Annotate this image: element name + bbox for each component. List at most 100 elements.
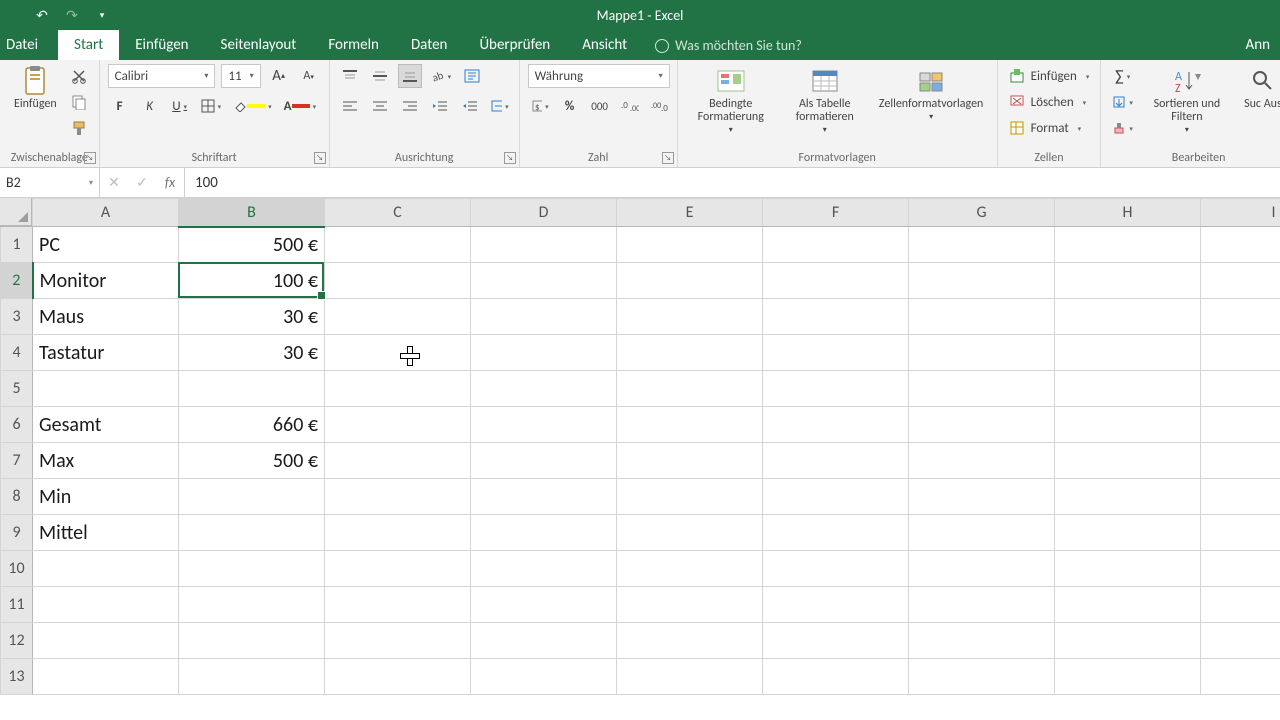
cell-C8[interactable]	[325, 479, 471, 515]
cell-I12[interactable]	[1201, 623, 1280, 659]
cell-H8[interactable]	[1055, 479, 1201, 515]
cell-E10[interactable]	[617, 551, 763, 587]
row-header-8[interactable]: 8	[1, 479, 33, 515]
increase-decimal-button[interactable]: .0.00	[618, 94, 642, 118]
cell-B7[interactable]: 500 €	[179, 443, 325, 479]
select-all-corner[interactable]	[0, 198, 32, 226]
font-color-button[interactable]: A	[281, 94, 319, 118]
align-middle-button[interactable]	[368, 64, 392, 88]
cell-F1[interactable]	[763, 227, 909, 263]
tab-insert[interactable]: Einfügen	[119, 30, 204, 60]
cell-A3[interactable]: Maus	[33, 299, 179, 335]
col-header-B[interactable]: B	[179, 199, 325, 227]
wrap-text-button[interactable]	[460, 64, 484, 88]
col-header-D[interactable]: D	[471, 199, 617, 227]
cell-I4[interactable]	[1201, 335, 1280, 371]
cancel-formula-button[interactable]: ✕	[100, 174, 128, 191]
cell-G11[interactable]	[909, 587, 1055, 623]
cell-G1[interactable]	[909, 227, 1055, 263]
cell-E12[interactable]	[617, 623, 763, 659]
cell-F4[interactable]	[763, 335, 909, 371]
cell-F5[interactable]	[763, 371, 909, 407]
cell-F11[interactable]	[763, 587, 909, 623]
align-left-button[interactable]	[338, 94, 362, 118]
clear-button[interactable]	[1109, 116, 1136, 140]
cell-H1[interactable]	[1055, 227, 1201, 263]
row-header-2[interactable]: 2	[1, 263, 33, 299]
redo-icon[interactable]: ↷	[64, 7, 80, 23]
cut-button[interactable]	[67, 64, 91, 88]
decrease-font-button[interactable]: A▾	[297, 64, 321, 88]
cell-B13[interactable]	[179, 659, 325, 695]
align-top-button[interactable]	[338, 64, 362, 88]
cell-E3[interactable]	[617, 299, 763, 335]
cell-I3[interactable]	[1201, 299, 1280, 335]
underline-button[interactable]: U	[168, 94, 192, 118]
cell-D5[interactable]	[471, 371, 617, 407]
orientation-button[interactable]: ab	[428, 64, 455, 88]
percent-button[interactable]: %	[558, 94, 582, 118]
cell-D11[interactable]	[471, 587, 617, 623]
cell-C5[interactable]	[325, 371, 471, 407]
cell-C10[interactable]	[325, 551, 471, 587]
cell-I10[interactable]	[1201, 551, 1280, 587]
bold-button[interactable]: F	[108, 94, 132, 118]
cell-A8[interactable]: Min	[33, 479, 179, 515]
cell-B1[interactable]: 500 €	[179, 227, 325, 263]
cell-G13[interactable]	[909, 659, 1055, 695]
cell-I8[interactable]	[1201, 479, 1280, 515]
cell-A12[interactable]	[33, 623, 179, 659]
fill-color-button[interactable]	[230, 94, 275, 118]
cell-D7[interactable]	[471, 443, 617, 479]
cell-A7[interactable]: Max	[33, 443, 179, 479]
cell-C3[interactable]	[325, 299, 471, 335]
cell-H6[interactable]	[1055, 407, 1201, 443]
row-header-13[interactable]: 13	[1, 659, 33, 695]
cell-E11[interactable]	[617, 587, 763, 623]
increase-indent-button[interactable]	[458, 94, 482, 118]
format-as-table-button[interactable]: Als Tabelle formatieren▾	[782, 64, 868, 137]
cell-H10[interactable]	[1055, 551, 1201, 587]
row-header-1[interactable]: 1	[1, 227, 33, 263]
cell-B3[interactable]: 30 €	[179, 299, 325, 335]
cell-E4[interactable]	[617, 335, 763, 371]
cell-E2[interactable]	[617, 263, 763, 299]
cell-C7[interactable]	[325, 443, 471, 479]
cell-F2[interactable]	[763, 263, 909, 299]
cell-H12[interactable]	[1055, 623, 1201, 659]
cell-E5[interactable]	[617, 371, 763, 407]
cell-H5[interactable]	[1055, 371, 1201, 407]
name-box[interactable]: B2	[0, 168, 100, 197]
cell-G8[interactable]	[909, 479, 1055, 515]
accounting-format-button[interactable]: $	[528, 94, 552, 118]
decrease-decimal-button[interactable]: .00.0	[648, 94, 672, 118]
cell-B12[interactable]	[179, 623, 325, 659]
cell-G3[interactable]	[909, 299, 1055, 335]
number-launcher-icon[interactable]: ↘	[662, 152, 674, 164]
tell-me-search[interactable]: Was möchten Sie tun?	[643, 31, 814, 60]
autosum-button[interactable]: ∑	[1109, 64, 1136, 88]
cell-E7[interactable]	[617, 443, 763, 479]
cell-D13[interactable]	[471, 659, 617, 695]
cell-D9[interactable]	[471, 515, 617, 551]
cell-I9[interactable]	[1201, 515, 1280, 551]
cell-D2[interactable]	[471, 263, 617, 299]
cell-B4[interactable]: 30 €	[179, 335, 325, 371]
italic-button[interactable]: K	[138, 94, 162, 118]
align-bottom-button[interactable]	[398, 64, 422, 88]
tab-page-layout[interactable]: Seitenlayout	[205, 30, 313, 60]
paste-button[interactable]: Einfügen	[8, 64, 63, 113]
cell-C2[interactable]	[325, 263, 471, 299]
cell-H2[interactable]	[1055, 263, 1201, 299]
cell-F3[interactable]	[763, 299, 909, 335]
cell-C12[interactable]	[325, 623, 471, 659]
tab-view[interactable]: Ansicht	[566, 30, 643, 60]
col-header-A[interactable]: A	[33, 199, 179, 227]
cell-E8[interactable]	[617, 479, 763, 515]
cell-G10[interactable]	[909, 551, 1055, 587]
cell-G6[interactable]	[909, 407, 1055, 443]
copy-button[interactable]	[67, 90, 91, 114]
cell-F12[interactable]	[763, 623, 909, 659]
tab-file[interactable]: Datei	[0, 30, 58, 60]
cell-F13[interactable]	[763, 659, 909, 695]
